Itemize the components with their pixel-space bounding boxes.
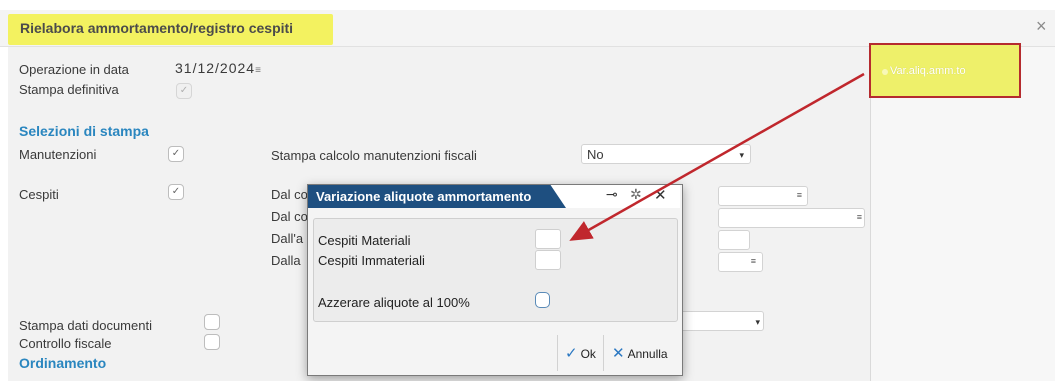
- stampa-dati-documenti-label: Stampa dati documenti: [19, 318, 152, 333]
- operazione-date-value: 31/12/2024: [175, 60, 256, 76]
- cespiti-materiali-input[interactable]: [535, 229, 561, 249]
- dialog-close-icon[interactable]: ✕: [654, 186, 667, 204]
- operazione-label: Operazione in data: [19, 62, 129, 77]
- calendar-icon[interactable]: ≡: [255, 65, 262, 76]
- dal-label-4: Dalla: [271, 253, 301, 268]
- annulla-label: Annulla: [627, 347, 668, 361]
- controllo-fiscale-checkbox[interactable]: [204, 334, 220, 350]
- cespiti-immateriali-input[interactable]: [535, 250, 561, 270]
- chevron-down-icon: ▾: [755, 317, 760, 327]
- bullet-icon: [882, 69, 888, 75]
- cespiti-checkbox[interactable]: ✓: [168, 184, 184, 200]
- dal-label-1: Dal co: [271, 187, 308, 202]
- ok-button[interactable]: ✓ Ok: [565, 344, 596, 362]
- footer-divider: [603, 335, 604, 371]
- window-close-icon[interactable]: ×: [1036, 16, 1047, 37]
- checkmark-icon: ✓: [565, 345, 578, 362]
- dall-anno-field[interactable]: [718, 230, 750, 250]
- dialog-title: Variazione aliquote ammortamento: [316, 189, 532, 204]
- cespiti-label: Cespiti: [19, 187, 59, 202]
- dal-label-3: Dall'a: [271, 231, 304, 246]
- section-ordinamento: Ordinamento: [19, 355, 107, 371]
- controllo-fiscale-label: Controllo fiscale: [19, 336, 112, 351]
- manutenzioni-label: Manutenzioni: [19, 147, 97, 162]
- expand-icon[interactable]: ✲: [630, 186, 642, 203]
- annulla-button[interactable]: ✕ Annulla: [612, 344, 668, 362]
- cespiti-materiali-label: Cespiti Materiali: [318, 233, 411, 248]
- lookup-icon[interactable]: ≡: [751, 256, 756, 266]
- manutenzioni-checkbox[interactable]: ✓: [168, 146, 184, 162]
- stampa-definitiva-label: Stampa definitiva: [19, 82, 119, 97]
- window-title: Rielabora ammortamento/registro cespiti: [20, 20, 294, 36]
- lookup-icon[interactable]: ≡: [857, 212, 862, 222]
- stampa-calcolo-value: No: [587, 147, 604, 162]
- stampa-dati-documenti-checkbox[interactable]: [204, 314, 220, 330]
- footer-divider: [557, 335, 558, 371]
- lookup-icon[interactable]: ≡: [797, 190, 802, 200]
- stampa-calcolo-select[interactable]: No ▾: [581, 144, 751, 164]
- azzerare-aliquote-label: Azzerare aliquote al 100%: [318, 295, 470, 310]
- stampa-calcolo-label: Stampa calcolo manutenzioni fiscali: [271, 148, 477, 163]
- dal-codice-field-2[interactable]: ≡: [718, 208, 865, 228]
- ordinamento-select[interactable]: ▾: [681, 311, 764, 331]
- azzerare-aliquote-checkbox[interactable]: [535, 292, 550, 308]
- pin-icon[interactable]: ⊸: [606, 186, 618, 203]
- ok-label: Ok: [580, 347, 596, 361]
- cancel-icon: ✕: [612, 345, 625, 362]
- dalla-data-field[interactable]: ≡: [718, 252, 763, 272]
- cespiti-immateriali-label: Cespiti Immateriali: [318, 253, 425, 268]
- dal-codice-field[interactable]: ≡: [718, 186, 808, 206]
- dal-label-2: Dal co: [271, 209, 308, 224]
- section-selezioni-di-stampa: Selezioni di stampa: [19, 123, 149, 139]
- operazione-date-field[interactable]: 31/12/2024≡: [175, 60, 262, 76]
- chevron-down-icon: ▾: [739, 150, 744, 160]
- var-aliq-amm-button[interactable]: Var.aliq.amm.to: [890, 65, 966, 77]
- stampa-definitiva-checkbox[interactable]: ✓: [176, 83, 192, 99]
